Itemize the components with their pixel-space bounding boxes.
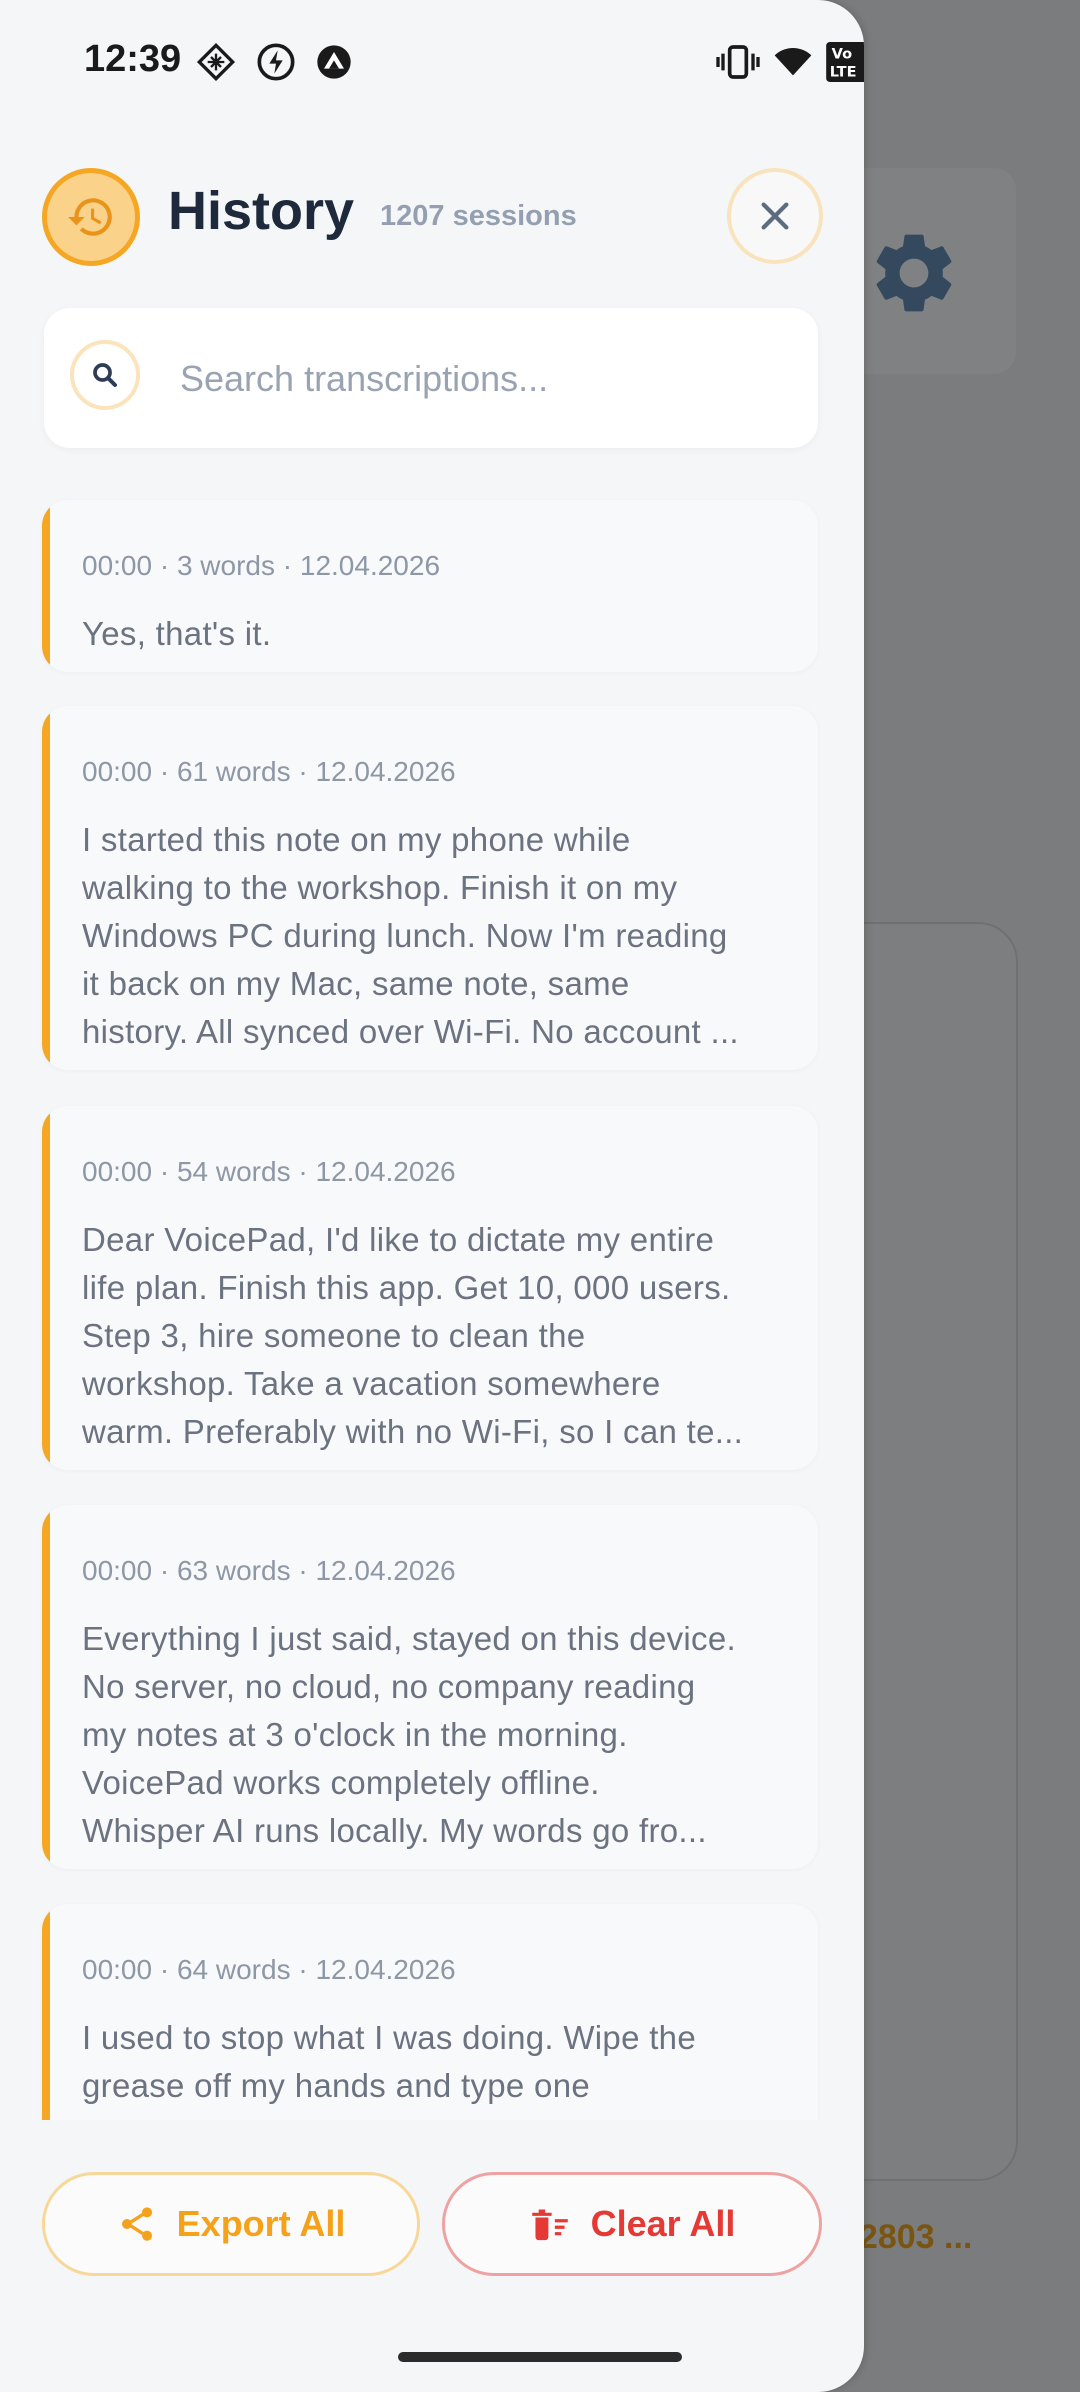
card-line: VoicePad works completely offline. bbox=[82, 1764, 600, 1801]
vibrate-icon bbox=[716, 45, 760, 79]
card-meta: 00:00 · 3 words · 12.04.2026 bbox=[82, 550, 441, 581]
card-line: I used to stop what I was doing. Wipe th… bbox=[82, 2019, 696, 2056]
status-bar: 12:39 Vo LTE bbox=[0, 0, 864, 120]
svg-text:Vo: Vo bbox=[832, 46, 852, 62]
history-card[interactable]: 00:00 · 54 words · 12.04.2026 Dear Voice… bbox=[42, 1106, 818, 1470]
history-card[interactable]: 00:00 · 61 words · 12.04.2026 I started … bbox=[42, 706, 818, 1070]
card-line: Step 3, hire someone to clean the bbox=[82, 1317, 586, 1354]
card-meta: 00:00 · 64 words · 12.04.2026 bbox=[82, 1954, 456, 1985]
home-indicator[interactable] bbox=[398, 2352, 682, 2362]
card-line: Windows PC during lunch. Now I'm reading bbox=[82, 917, 728, 954]
card-line: my notes at 3 o'clock in the morning. bbox=[82, 1716, 628, 1753]
export-all-button[interactable]: Export All bbox=[42, 2172, 420, 2276]
export-all-label: Export All bbox=[176, 2203, 346, 2244]
card-text: I started this note on my phone while wa… bbox=[82, 816, 794, 1056]
close-button[interactable] bbox=[727, 168, 823, 264]
card-line: life plan. Finish this app. Get 10, 000 … bbox=[82, 1269, 731, 1306]
history-card[interactable]: 00:00 · 63 words · 12.04.2026 Everything… bbox=[42, 1505, 818, 1869]
history-drawer: 12:39 Vo LTE History 1207 sessions Searc… bbox=[0, 0, 864, 2392]
card-text: Dear VoicePad, I'd like to dictate my en… bbox=[82, 1216, 794, 1456]
card-line: grease off my hands and type one bbox=[82, 2067, 590, 2104]
search-box bbox=[44, 308, 818, 448]
card-text: Everything I just said, stayed on this d… bbox=[82, 1615, 794, 1855]
history-card[interactable]: 00:00 · 64 words · 12.04.2026 I used to … bbox=[42, 1904, 818, 2120]
svg-text:LTE: LTE bbox=[830, 65, 857, 81]
volte-icon: Vo LTE bbox=[826, 42, 864, 82]
card-line: it back on my Mac, same note, same bbox=[82, 965, 630, 1002]
search-icon bbox=[70, 340, 140, 410]
card-line: sentence into my phone. Then go back to bbox=[82, 2110, 794, 2120]
close-icon bbox=[761, 202, 789, 230]
card-meta: 00:00 · 54 words · 12.04.2026 bbox=[82, 1156, 456, 1187]
card-text: Yes, that's it. bbox=[82, 610, 794, 658]
card-text: I used to stop what I was doing. Wipe th… bbox=[82, 2014, 794, 2120]
card-line: No server, no cloud, no company reading bbox=[82, 1668, 696, 1705]
delete-sweep-icon bbox=[531, 2209, 568, 2241]
gear-icon bbox=[876, 234, 952, 312]
card-line: Yes, that's it. bbox=[82, 615, 272, 652]
card-line: history. All synced over Wi-Fi. No accou… bbox=[82, 1013, 739, 1050]
share-icon bbox=[121, 2207, 152, 2241]
card-line: Whisper AI runs locally. My words go fro… bbox=[82, 1812, 707, 1849]
history-icon bbox=[42, 168, 140, 266]
bolt-circle-icon bbox=[257, 43, 295, 81]
wifi-icon bbox=[774, 48, 812, 76]
history-card[interactable]: 00:00 · 3 words · 12.04.2026 Yes, that's… bbox=[42, 500, 818, 672]
card-line: I started this note on my phone while bbox=[82, 821, 631, 858]
page-title: History bbox=[168, 181, 355, 241]
card-meta: 00:00 · 61 words · 12.04.2026 bbox=[82, 756, 456, 787]
app-notification-icon bbox=[317, 45, 351, 79]
card-line: workshop. Take a vacation somewhere bbox=[82, 1365, 661, 1402]
card-line: Everything I just said, stayed on this d… bbox=[82, 1620, 736, 1657]
card-line: Dear VoicePad, I'd like to dictate my en… bbox=[82, 1221, 715, 1258]
card-meta: 00:00 · 63 words · 12.04.2026 bbox=[82, 1555, 456, 1586]
session-count: 1207 sessions bbox=[380, 200, 577, 232]
card-line: warm. Preferably with no Wi-Fi, so I can… bbox=[82, 1413, 744, 1450]
clear-all-button[interactable]: Clear All bbox=[442, 2172, 822, 2276]
search-input[interactable] bbox=[178, 348, 782, 410]
card-line: walking to the workshop. Finish it on my bbox=[82, 869, 678, 906]
history-list[interactable]: 00:00 · 3 words · 12.04.2026 Yes, that's… bbox=[0, 490, 864, 2120]
clear-all-label: Clear All bbox=[590, 2203, 736, 2244]
diamond-grid-icon bbox=[196, 42, 236, 82]
status-time: 12:39 bbox=[84, 38, 182, 80]
